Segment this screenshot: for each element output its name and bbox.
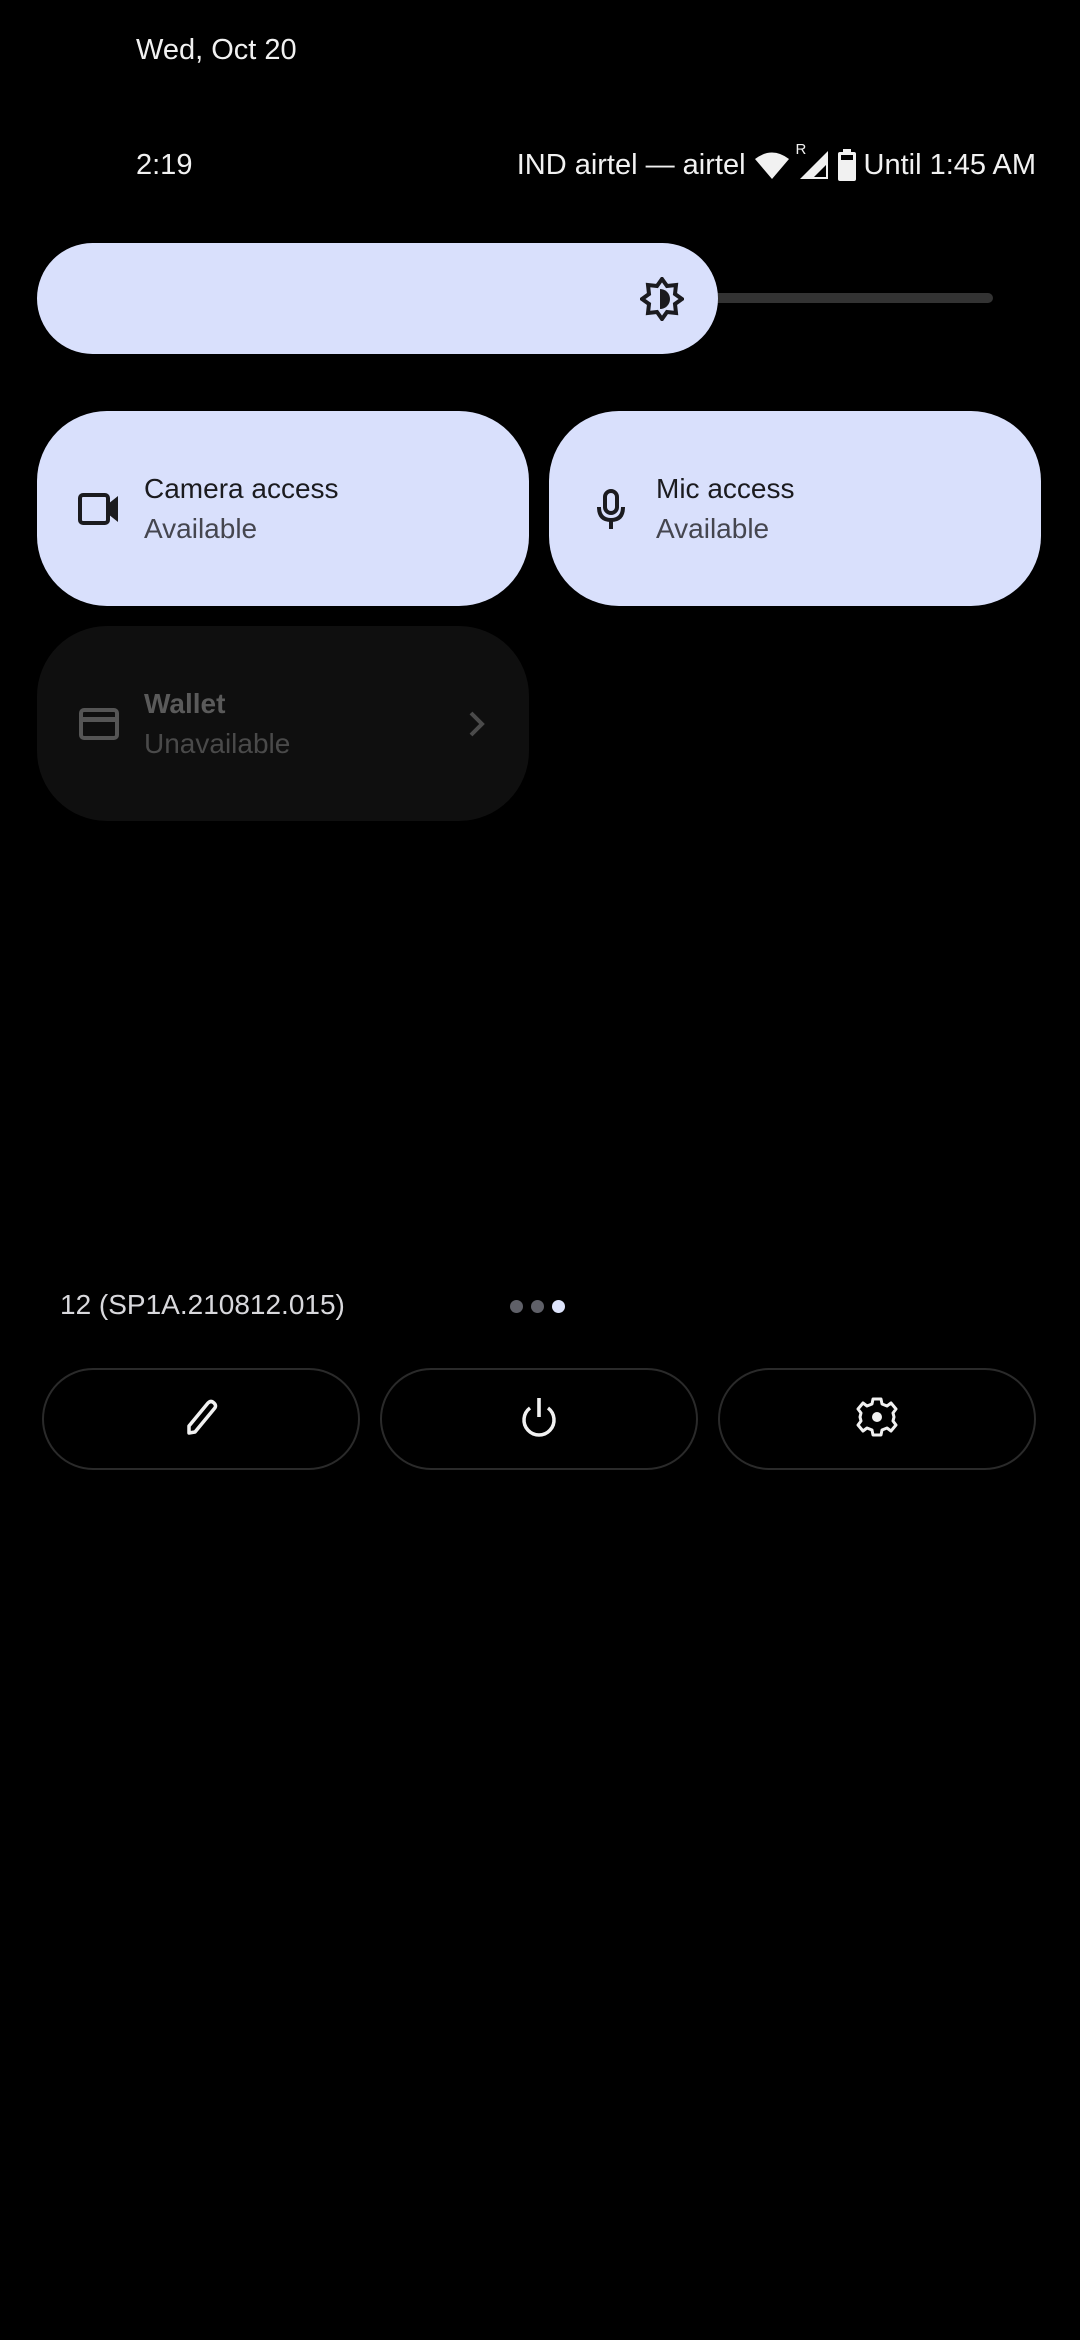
battery-estimate: Until 1:45 AM xyxy=(863,148,1036,181)
tile-status: Available xyxy=(144,512,258,544)
credit-card-icon xyxy=(77,702,121,746)
tile-camera-access[interactable]: Camera access Available xyxy=(37,411,529,606)
edit-button[interactable] xyxy=(42,1368,360,1470)
tile-label: Camera access xyxy=(144,472,339,504)
page-indicator xyxy=(510,1300,565,1313)
settings-gear-icon xyxy=(856,1396,898,1443)
roaming-indicator: R xyxy=(795,141,807,158)
brightness-auto-icon xyxy=(638,275,686,323)
status-bar-right: IND airtel — airtel R Until 1:45 AM xyxy=(516,141,1036,185)
page-dot xyxy=(531,1300,544,1313)
page-dot-active xyxy=(552,1300,565,1313)
videocam-icon xyxy=(77,487,121,531)
carrier-label: IND airtel — airtel xyxy=(516,148,746,181)
signal-roaming-icon: R xyxy=(796,141,830,181)
tile-status: Unavailable xyxy=(144,727,291,759)
settings-button[interactable] xyxy=(718,1368,1036,1470)
power-icon xyxy=(519,1396,559,1443)
brightness-slider[interactable] xyxy=(37,243,718,354)
tile-mic-access[interactable]: Mic access Available xyxy=(549,411,1041,606)
build-number[interactable]: 12 (SP1A.210812.015) xyxy=(60,1289,345,1321)
power-button[interactable] xyxy=(380,1368,698,1470)
tile-label: Mic access xyxy=(656,472,795,504)
date-label[interactable]: Wed, Oct 20 xyxy=(136,34,297,67)
battery-icon xyxy=(837,149,856,181)
tile-label: Wallet xyxy=(144,687,226,719)
tile-wallet[interactable]: Wallet Unavailable xyxy=(37,626,529,821)
wifi-icon xyxy=(754,150,790,180)
page-dot xyxy=(510,1300,523,1313)
chevron-right-icon xyxy=(465,709,489,739)
edit-pencil-icon xyxy=(181,1397,221,1442)
brightness-slider-track[interactable] xyxy=(690,293,993,303)
tile-status: Available xyxy=(656,512,770,544)
clock[interactable]: 2:19 xyxy=(136,149,192,182)
mic-icon xyxy=(589,487,633,531)
